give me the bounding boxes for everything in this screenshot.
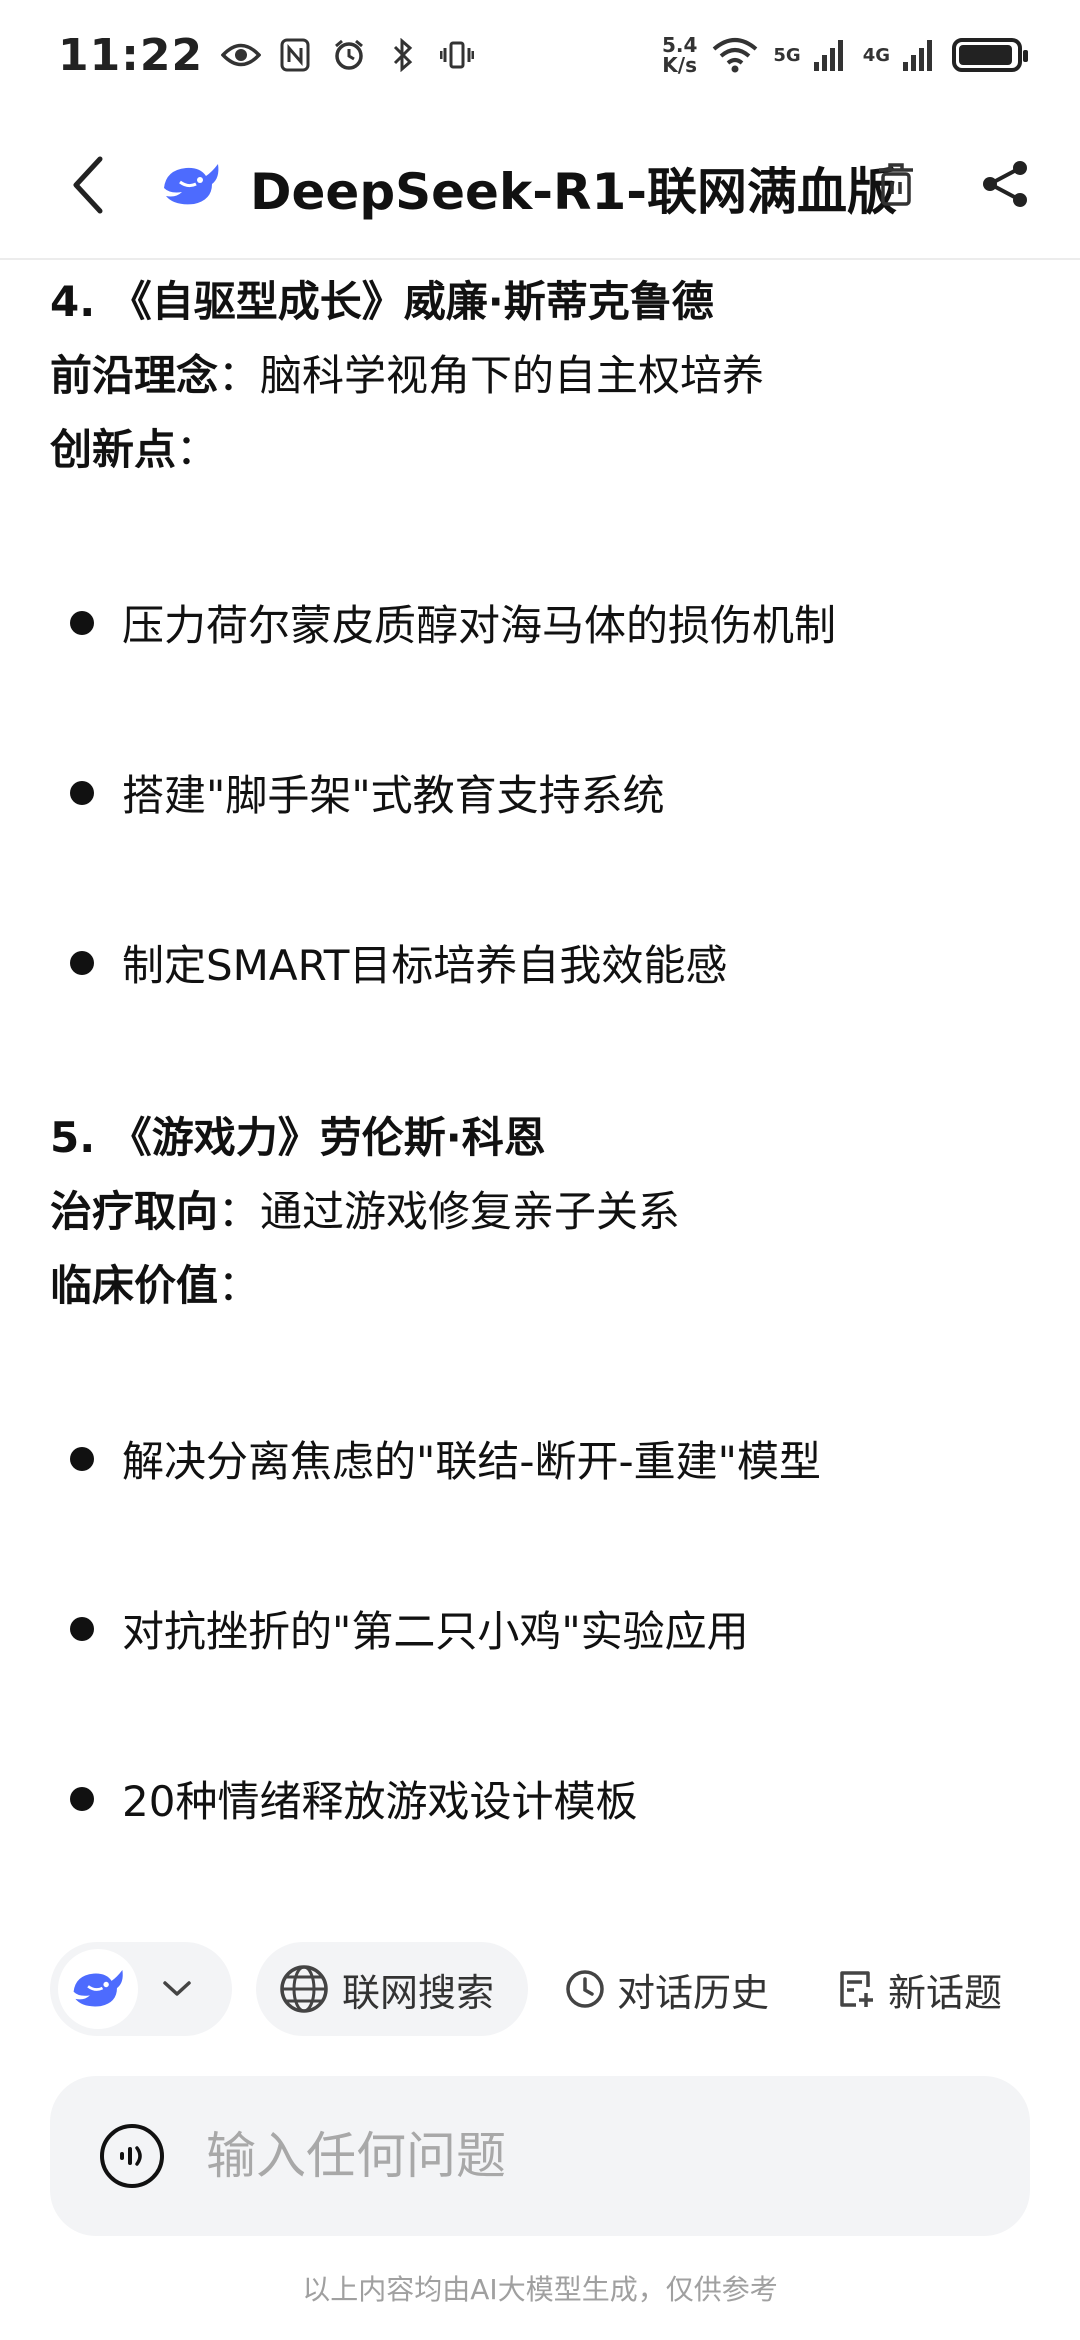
status-left: 11:22: [58, 30, 477, 81]
message-input[interactable]: [204, 2126, 984, 2186]
list-item: 解决分离焦虑的"联结-断开-重建"模型: [70, 1428, 821, 1489]
bullet-icon: [70, 610, 94, 635]
toolbar: 联网搜索 对话历史 新话题: [0, 1942, 1080, 2042]
section-4-innovation: 创新点：: [50, 416, 218, 477]
new-chat-icon: [840, 1971, 873, 2007]
share-icon: [983, 161, 1027, 207]
chevron-down-icon: [163, 1981, 191, 1996]
voice-input-button[interactable]: [100, 2124, 164, 2188]
bullet-icon: [70, 1786, 94, 1811]
voice-wave-icon: [120, 2146, 142, 2166]
nfc-icon: [275, 35, 315, 75]
new-topic-button[interactable]: 新话题: [836, 1942, 1002, 2036]
clock-icon: [566, 1970, 604, 2008]
alarm-icon: [329, 35, 369, 75]
vibrate-icon: [437, 35, 477, 75]
status-right: 5.4 K/s 5G 4G: [662, 35, 1028, 75]
signal-2-label: 4G: [862, 44, 890, 66]
list-item: 搭建"脚手架"式教育支持系统: [70, 762, 665, 823]
back-button[interactable]: [58, 150, 118, 220]
innovation-label: 创新点: [50, 425, 177, 474]
bullet-icon: [70, 950, 94, 975]
signal-bars-icon: [809, 35, 849, 75]
bullet-icon: [70, 780, 94, 805]
concept-text: ：脑科学视角下的自主权培养: [218, 351, 765, 400]
section-5-value: 临床价值：: [50, 1252, 260, 1313]
eye-icon: [221, 35, 262, 75]
web-search-label: 联网搜索: [342, 1970, 495, 2015]
delete-button[interactable]: [868, 154, 924, 214]
web-search-toggle[interactable]: 联网搜索: [256, 1942, 528, 2036]
list-item-text: 制定SMART目标培养自我效能感: [122, 941, 728, 990]
approach-label: 治疗取向: [50, 1187, 219, 1236]
clock: 11:22: [58, 29, 204, 81]
approach-text: ：通过游戏修复亲子关系: [218, 1187, 681, 1236]
ai-disclaimer: 以上内容均由AI大模型生成，仅供参考: [302, 2273, 778, 2306]
value-label: 临床价值: [50, 1261, 219, 1310]
value-colon: ：: [218, 1261, 261, 1310]
signal-bars-icon: [898, 35, 938, 75]
bluetooth-icon: [383, 35, 423, 75]
concept-label: 前沿理念: [50, 351, 219, 400]
section-4-heading: 4. 《自驱型成长》威廉·斯蒂克鲁德: [50, 277, 714, 326]
list-item: 压力荷尔蒙皮质醇对海马体的损伤机制: [70, 592, 836, 653]
section-5-approach: 治疗取向：通过游戏修复亲子关系: [50, 1178, 680, 1239]
deepseek-logo-icon: [58, 1949, 138, 2029]
list-item: 20种情绪释放游戏设计模板: [70, 1768, 637, 1829]
page-title: DeepSeek-R1-联网满血版: [250, 163, 897, 221]
list-item-text: 20种情绪释放游戏设计模板: [122, 1777, 638, 1826]
share-button[interactable]: [975, 154, 1035, 214]
list-item-text: 压力荷尔蒙皮质醇对海马体的损伤机制: [122, 601, 837, 650]
message-input-box: [50, 2076, 1030, 2236]
signal-1-label: 5G: [773, 44, 801, 66]
status-icons: [221, 35, 477, 75]
battery-icon: [952, 38, 1028, 72]
wifi-icon: [711, 35, 759, 75]
innovation-colon: ：: [176, 425, 219, 474]
globe-icon: [280, 1965, 328, 2013]
list-item-text: 对抗挫折的"第二只小鸡"实验应用: [122, 1607, 749, 1656]
net-speed: 5.4 K/s: [662, 35, 697, 75]
net-speed-value: 5.4: [661, 33, 698, 57]
section-4-concept: 前沿理念：脑科学视角下的自主权培养: [50, 342, 764, 403]
bullet-icon: [70, 1446, 94, 1471]
battery-fill: [959, 45, 1013, 65]
history-button[interactable]: 对话历史: [565, 1942, 769, 2036]
history-label: 对话历史: [617, 1970, 770, 2015]
list-item: 制定SMART目标培养自我效能感: [70, 932, 727, 993]
deepseek-logo-icon: [160, 154, 222, 216]
trash-icon: [879, 163, 913, 206]
app-header: DeepSeek-R1-联网满血版: [0, 110, 1080, 260]
chevron-left-icon: [73, 156, 103, 214]
bullet-icon: [70, 1616, 94, 1641]
list-item-text: 解决分离焦虑的"联结-断开-重建"模型: [122, 1437, 821, 1486]
net-speed-unit: K/s: [662, 53, 698, 77]
list-item: 对抗挫折的"第二只小鸡"实验应用: [70, 1598, 749, 1659]
list-item-text: 搭建"脚手架"式教育支持系统: [122, 771, 665, 820]
section-5-heading: 5. 《游戏力》劳伦斯·科恩: [50, 1113, 546, 1162]
model-selector[interactable]: [50, 1942, 232, 2036]
status-bar: 11:22 5.4 K/s 5G 4G: [0, 0, 1080, 110]
new-topic-label: 新话题: [888, 1970, 1003, 2015]
